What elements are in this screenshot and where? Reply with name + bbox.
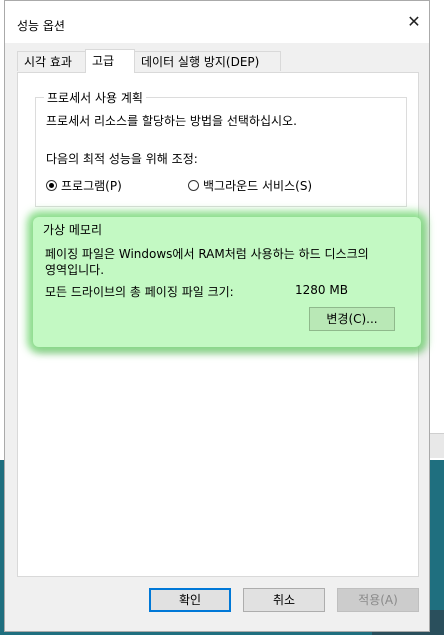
cancel-button[interactable]: 취소 (243, 588, 325, 612)
background-services-radio[interactable]: 백그라운드 서비스(S) (188, 177, 312, 194)
paging-total-value: 1280 MB (295, 283, 348, 297)
performance-options-dialog: 성능 옵션 ✕ 시각 효과 고급 데이터 실행 방지(DEP) 프로세서 사용 … (4, 0, 430, 632)
tab-advanced[interactable]: 고급 (85, 49, 135, 73)
title-bar: 성능 옵션 ✕ (5, 1, 429, 43)
adjust-label: 다음의 최적 성능을 위해 조정: (46, 152, 198, 166)
processor-description: 프로세서 리소스를 할당하는 방법을 선택하십시오. (46, 114, 297, 128)
close-icon[interactable]: ✕ (403, 11, 425, 33)
virtual-memory-description-line2: 영역입니다. (45, 263, 105, 277)
radio-label: 백그라운드 서비스(S) (203, 179, 313, 193)
group-title: 가상 메모리 (43, 223, 103, 237)
apply-button[interactable]: 적용(A) (337, 588, 419, 612)
group-title: 프로세서 사용 계획 (44, 89, 146, 106)
tab-visual-effects[interactable]: 시각 효과 (17, 51, 86, 71)
programs-radio[interactable]: 프로그램(P) (46, 177, 122, 194)
ok-button[interactable]: 확인 (149, 588, 231, 612)
tab-label: 고급 (92, 54, 115, 68)
background-window-bar (430, 433, 444, 458)
tab-label: 시각 효과 (24, 55, 72, 69)
virtual-memory-group: 가상 메모리 페이징 파일은 Windows에서 RAM처럼 사용하는 하드 디… (33, 217, 421, 347)
processor-scheduling-group: 프로세서 사용 계획 프로세서 리소스를 할당하는 방법을 선택하십시오. 다음… (35, 89, 407, 207)
change-button[interactable]: 변경(C)... (309, 307, 395, 331)
radio-selected-icon (46, 180, 57, 191)
background-window-right (430, 0, 444, 460)
dialog-title: 성능 옵션 (17, 19, 65, 33)
radio-label: 프로그램(P) (61, 179, 122, 193)
paging-total-label: 모든 드라이브의 총 페이징 파일 크기: (45, 285, 234, 299)
radio-unselected-icon (188, 180, 199, 191)
tab-label: 데이터 실행 방지(DEP) (141, 55, 260, 69)
virtual-memory-description-line1: 페이징 파일은 Windows에서 RAM처럼 사용하는 하드 디스크의 (45, 247, 369, 261)
tab-dep[interactable]: 데이터 실행 방지(DEP) (134, 51, 281, 71)
